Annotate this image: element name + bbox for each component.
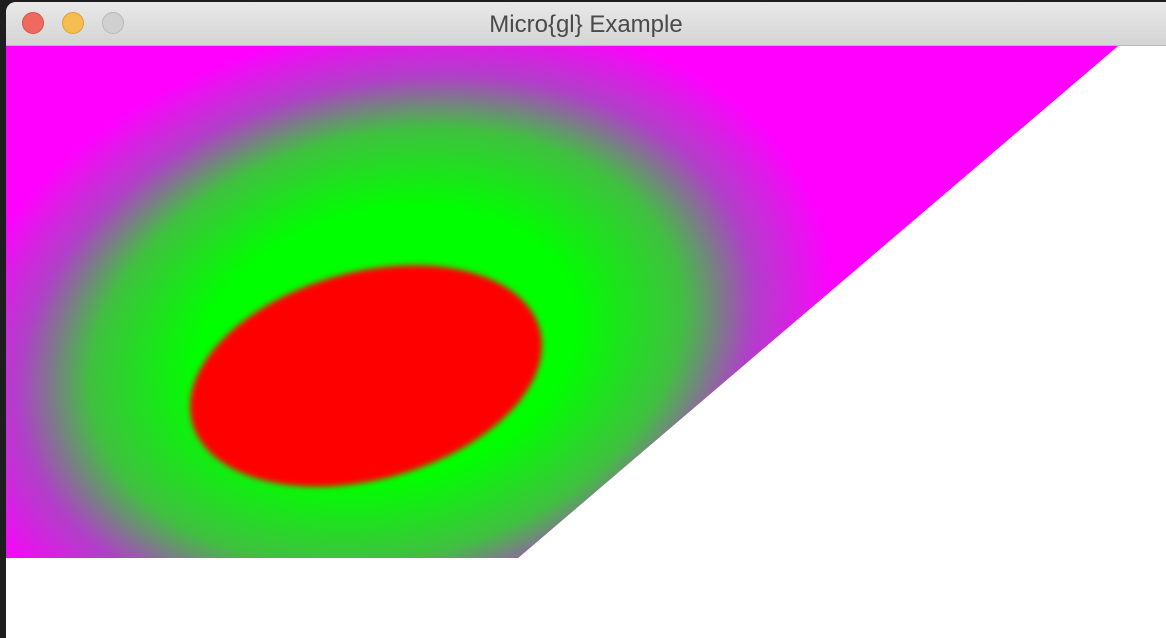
app-window: Micro{gl} Example: [6, 2, 1166, 638]
trapezoid-shape: [6, 46, 1118, 558]
radial-gradient-fill: [6, 46, 1118, 558]
canvas-drawing: [6, 46, 1118, 558]
window-title: Micro{gl} Example: [489, 11, 683, 38]
render-canvas[interactable]: [6, 46, 1166, 638]
title-bar[interactable]: Micro{gl} Example: [6, 2, 1166, 46]
